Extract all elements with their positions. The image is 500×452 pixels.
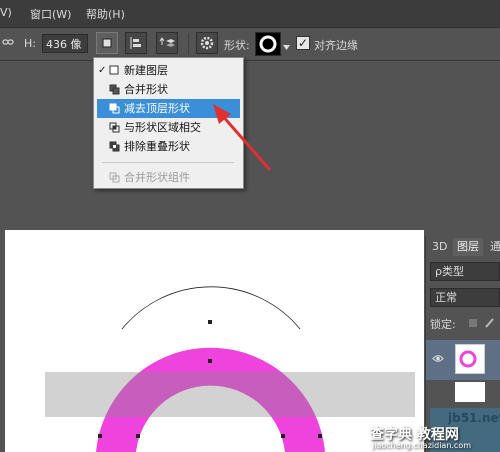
shape-label: 形状: — [224, 39, 250, 52]
link-icon[interactable] — [2, 37, 14, 50]
toolbar-divider — [188, 34, 189, 54]
tab-channels[interactable]: 通 — [486, 238, 500, 256]
intersect-shape-icon — [109, 122, 120, 133]
path-arrangement-icon — [159, 37, 175, 47]
tab-3d[interactable]: 3D — [428, 238, 451, 256]
exclude-overlap-icon — [109, 141, 120, 152]
merge-components-icon — [109, 172, 120, 183]
combine-shapes-icon — [109, 84, 120, 95]
path-alignment-icon — [130, 37, 141, 49]
lock-icons[interactable] — [468, 318, 498, 328]
ring-shape[interactable] — [5, 230, 424, 452]
menu-item-combine-shapes[interactable]: 合并形状 — [97, 80, 240, 99]
align-edges-label: 对齐边缘 — [314, 39, 358, 52]
path-operations-icon — [102, 38, 112, 48]
path-operations-button[interactable] — [96, 32, 118, 54]
menu-bar: V) 窗口(W) 帮助(H) — [0, 0, 500, 28]
tab-layers[interactable]: 图层 — [453, 238, 483, 256]
second-layer-thumbnail — [455, 382, 485, 402]
path-alignment-button[interactable] — [125, 32, 147, 54]
menu-item-new-layer[interactable]: ✓ 新建图层 — [97, 61, 240, 80]
subtract-front-shape-icon — [109, 103, 120, 114]
menu-item-view[interactable]: V) — [0, 6, 12, 19]
menu-item-help[interactable]: 帮助(H) — [86, 6, 125, 22]
gear-icon — [200, 36, 214, 50]
layer-row[interactable] — [426, 340, 500, 380]
shape-picker[interactable] — [255, 32, 281, 56]
new-layer-icon — [109, 65, 119, 75]
annotation-arrow-icon — [213, 104, 272, 171]
document-canvas[interactable] — [5, 230, 424, 452]
watermark-url: jiaocheng.chazidian.com — [372, 441, 472, 450]
height-input[interactable]: 436 像 — [42, 34, 88, 53]
eye-icon[interactable] — [432, 354, 444, 363]
checkmark-icon: ✓ — [98, 65, 107, 76]
options-bar: H: 436 像 形状: ✓ 对齐边缘 — [0, 28, 500, 61]
menu-item-window[interactable]: 窗口(W) — [30, 6, 71, 22]
height-label: H: — [24, 37, 36, 50]
settings-button[interactable] — [196, 32, 218, 54]
layer-filter-select[interactable]: ρ类型 — [430, 262, 500, 281]
align-edges-checkbox[interactable]: ✓ — [296, 36, 310, 50]
shape-dropdown-arrow-icon[interactable] — [283, 40, 290, 53]
layer-thumbnail — [455, 344, 485, 374]
path-arrangement-button[interactable] — [156, 32, 178, 54]
ring-shape-icon — [259, 35, 277, 53]
lock-label: 锁定: — [430, 318, 456, 331]
blend-mode-select[interactable]: 正常 — [430, 288, 500, 307]
